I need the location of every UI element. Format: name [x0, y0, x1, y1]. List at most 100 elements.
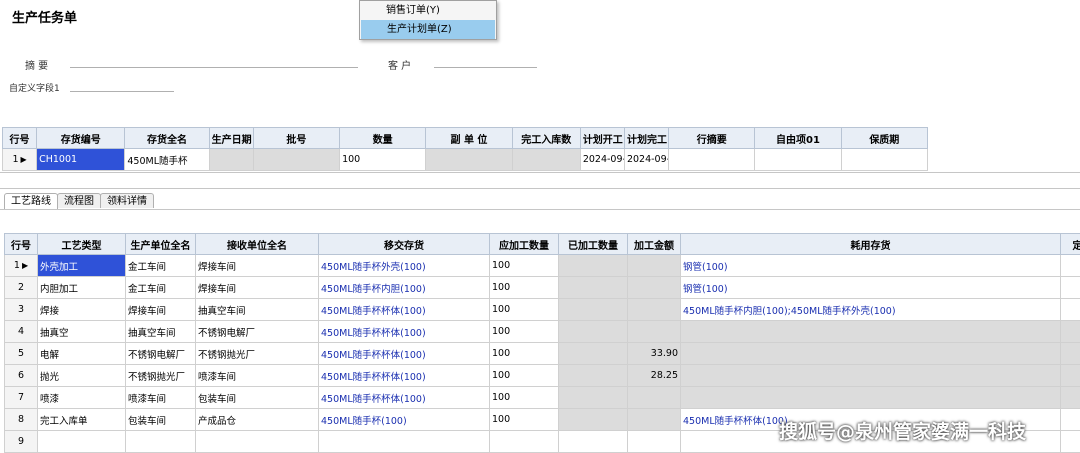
cell-process-type[interactable] [37, 430, 126, 453]
cell-quota[interactable] [1060, 342, 1080, 365]
cell-recv-unit[interactable]: 不锈钢抛光厂 [195, 342, 319, 365]
custom-field-1-input[interactable] [70, 91, 174, 92]
cell-memo[interactable] [668, 148, 756, 171]
cell-unit[interactable]: 不锈钢抛光厂 [125, 364, 196, 387]
cell-process-type[interactable]: 电解 [37, 342, 126, 365]
cell-process-type[interactable]: 抛光 [37, 364, 126, 387]
col-header[interactable]: 加工金额 [627, 233, 681, 255]
col-header[interactable]: 接收单位全名 [195, 233, 319, 255]
col-header[interactable]: 存货编号 [36, 127, 126, 149]
cell-plan-qty[interactable]: 100 [489, 342, 559, 365]
cell-transfer[interactable]: 450ML随手杯杯体(100) [318, 364, 490, 387]
menu-item-sales-order[interactable]: 销售订单(Y) [360, 1, 496, 20]
cell-done-qty[interactable] [511, 148, 581, 171]
cell-done-qty[interactable] [558, 298, 628, 321]
table-row[interactable]: 3 焊接 焊接车间 抽真空车间 450ML随手杯杯体(100) 100 450M… [4, 298, 1080, 321]
cell-quota[interactable] [1060, 408, 1080, 431]
table-row[interactable]: 6 抛光 不锈钢抛光厂 喷漆车间 450ML随手杯杯体(100) 100 28.… [4, 364, 1080, 387]
col-header[interactable]: 批号 [252, 127, 341, 149]
cell-process-type[interactable]: 完工入库单 [37, 408, 126, 431]
row-number[interactable]: 8 [4, 408, 38, 431]
cell-quota[interactable] [1060, 320, 1080, 343]
col-header[interactable]: 应加工数量 [489, 233, 559, 255]
cell-consume[interactable]: 钢管(100) [680, 276, 1061, 299]
cell-amount[interactable] [627, 276, 681, 299]
row-number[interactable]: 1 ▶ [4, 254, 38, 277]
col-header[interactable]: 完工入库数 [511, 127, 581, 149]
cell-amount[interactable] [627, 386, 681, 409]
cell-consume[interactable] [680, 342, 1061, 365]
cell-amount[interactable]: 28.25 [627, 364, 681, 387]
cell-consume[interactable] [680, 386, 1061, 409]
tab-material-details[interactable]: 领料详情 [100, 193, 154, 208]
cell-plan-qty[interactable]: 100 [489, 254, 559, 277]
cell-transfer[interactable]: 450ML随手杯杯体(100) [318, 386, 490, 409]
cell-plan-qty[interactable]: 100 [489, 276, 559, 299]
cell-process-type[interactable]: 焊接 [37, 298, 126, 321]
col-header[interactable]: 行号 [1, 127, 38, 149]
row-number[interactable]: 2 [4, 276, 38, 299]
cell-process-type[interactable]: 喷漆 [37, 386, 126, 409]
cell-done-qty[interactable] [558, 320, 628, 343]
col-header[interactable]: 已加工数量 [558, 233, 628, 255]
cell-transfer[interactable]: 450ML随手杯杯体(100) [318, 342, 490, 365]
cell-transfer[interactable]: 450ML随手杯杯体(100) [318, 320, 490, 343]
cell-recv-unit[interactable]: 不锈钢电解厂 [195, 320, 319, 343]
cell-done-qty[interactable] [558, 254, 628, 277]
table-row[interactable]: 2 内胆加工 金工车间 焊接车间 450ML随手杯内胆(100) 100 钢管(… [4, 276, 1080, 299]
cell-amount[interactable] [627, 430, 681, 453]
table-row[interactable]: 7 喷漆 喷漆车间 包装车间 450ML随手杯杯体(100) 100 [4, 386, 1080, 409]
cell-free01[interactable] [754, 148, 842, 171]
row-number[interactable]: 5 [4, 342, 38, 365]
cell-qty[interactable]: 100 [339, 148, 427, 171]
cell-recv-unit[interactable]: 包装车间 [195, 386, 319, 409]
cell-consume[interactable] [680, 364, 1061, 387]
row-number[interactable]: 6 [4, 364, 38, 387]
row-number[interactable]: 4 [4, 320, 38, 343]
cell-unit[interactable]: 抽真空车间 [125, 320, 196, 343]
tab-process-route[interactable]: 工艺路线 [4, 193, 58, 209]
cell-batch[interactable] [252, 148, 341, 171]
cell-unit[interactable]: 金工车间 [125, 276, 196, 299]
cell-plan-qty[interactable]: 100 [489, 364, 559, 387]
cell-done-qty[interactable] [558, 386, 628, 409]
cell-unit[interactable]: 不锈钢电解厂 [125, 342, 196, 365]
cell-recv-unit[interactable]: 焊接车间 [195, 254, 319, 277]
cell-plan-qty[interactable]: 100 [489, 320, 559, 343]
menu-item-production-plan[interactable]: 生产计划单(Z) [361, 20, 495, 39]
summary-input[interactable] [70, 67, 358, 68]
cell-unit[interactable]: 金工车间 [125, 254, 196, 277]
col-header[interactable]: 行号 [4, 233, 38, 255]
cell-amount[interactable] [627, 320, 681, 343]
row-number[interactable]: 1 ▶ [1, 148, 38, 171]
cell-consume[interactable]: 钢管(100) [680, 254, 1061, 277]
cell-sub-unit[interactable] [425, 148, 513, 171]
col-header[interactable]: 生产日期 [208, 127, 254, 149]
cell-recv-unit[interactable] [195, 430, 319, 453]
cell-amount[interactable] [627, 408, 681, 431]
cell-unit[interactable]: 喷漆车间 [125, 386, 196, 409]
cell-process-type[interactable]: 抽真空 [37, 320, 126, 343]
col-header[interactable]: 移交存货 [318, 233, 490, 255]
cell-transfer[interactable]: 450ML随手杯(100) [318, 408, 490, 431]
cell-plan-start[interactable]: 2024-09- [579, 148, 625, 171]
col-header[interactable]: 耗用存货 [680, 233, 1061, 255]
cell-prod-date[interactable] [208, 148, 254, 171]
cell-plan-qty[interactable]: 100 [489, 408, 559, 431]
cell-plan-qty[interactable]: 100 [489, 298, 559, 321]
tab-flowchart[interactable]: 流程图 [57, 193, 101, 208]
row-number[interactable]: 7 [4, 386, 38, 409]
col-header[interactable]: 行摘要 [668, 127, 756, 149]
cell-recv-unit[interactable]: 焊接车间 [195, 276, 319, 299]
table-row[interactable]: 1 ▶ CH1001 450ML随手杯 100 2024-09- 2024-09- [1, 148, 929, 171]
cell-recv-unit[interactable]: 抽真空车间 [195, 298, 319, 321]
cell-amount[interactable]: 33.90 [627, 342, 681, 365]
cell-quota[interactable] [1060, 364, 1080, 387]
cell-transfer[interactable]: 450ML随手杯内胆(100) [318, 276, 490, 299]
col-header[interactable]: 自由项01 [754, 127, 842, 149]
cell-plan-qty[interactable] [489, 430, 559, 453]
cell-transfer[interactable]: 450ML随手杯外壳(100) [318, 254, 490, 277]
col-header[interactable]: 工艺类型 [37, 233, 126, 255]
table-row[interactable]: 5 电解 不锈钢电解厂 不锈钢抛光厂 450ML随手杯杯体(100) 100 3… [4, 342, 1080, 365]
cell-quota[interactable] [1060, 430, 1080, 453]
